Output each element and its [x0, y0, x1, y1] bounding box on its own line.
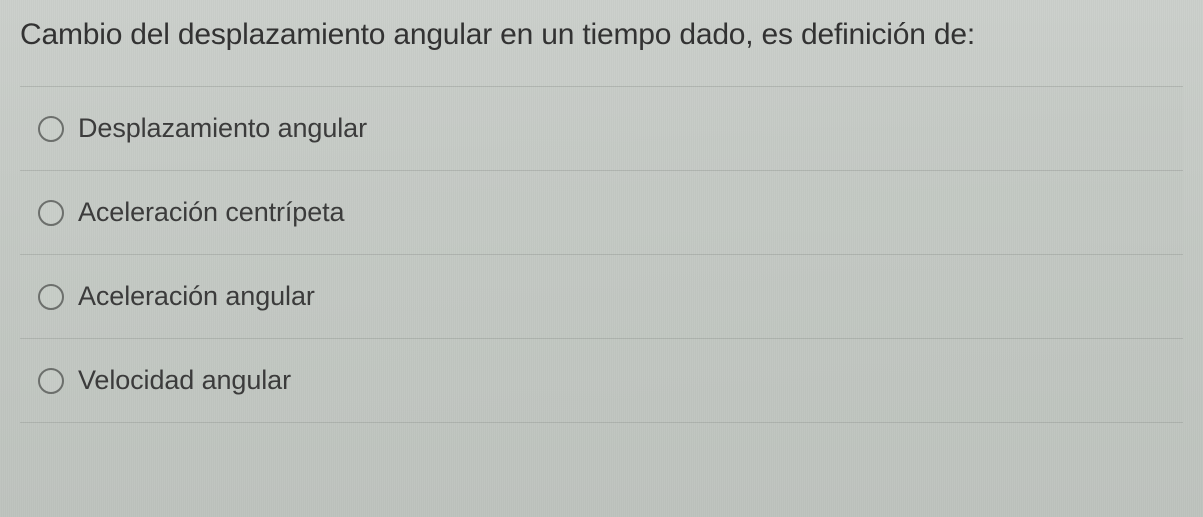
radio-icon[interactable] — [38, 200, 64, 226]
option-label: Aceleración centrípeta — [78, 197, 344, 228]
option-label: Desplazamiento angular — [78, 113, 367, 144]
option-desplazamiento-angular[interactable]: Desplazamiento angular — [20, 87, 1183, 171]
option-aceleracion-angular[interactable]: Aceleración angular — [20, 255, 1183, 339]
radio-icon[interactable] — [38, 116, 64, 142]
radio-icon[interactable] — [38, 368, 64, 394]
options-list: Desplazamiento angular Aceleración centr… — [20, 86, 1183, 423]
option-aceleracion-centripeta[interactable]: Aceleración centrípeta — [20, 171, 1183, 255]
radio-icon[interactable] — [38, 284, 64, 310]
option-label: Velocidad angular — [78, 365, 291, 396]
option-velocidad-angular[interactable]: Velocidad angular — [20, 339, 1183, 423]
option-label: Aceleración angular — [78, 281, 315, 312]
question-container: Cambio del desplazamiento angular en un … — [0, 0, 1203, 517]
question-text: Cambio del desplazamiento angular en un … — [20, 18, 1183, 86]
